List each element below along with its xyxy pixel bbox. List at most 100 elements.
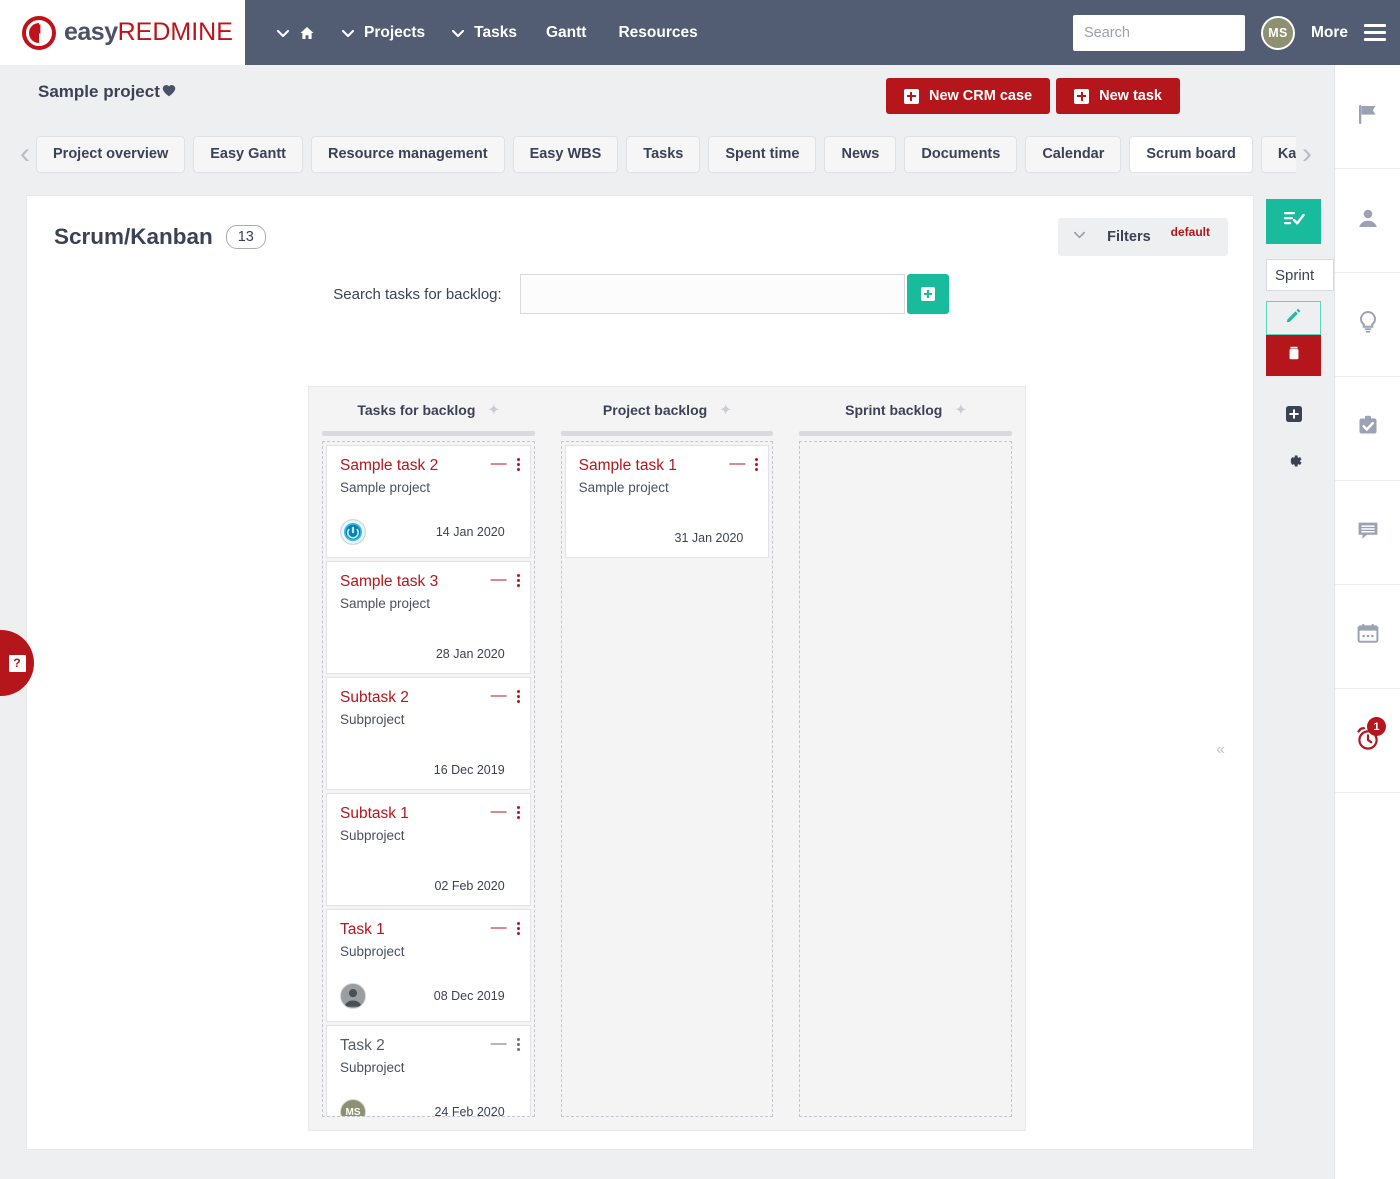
nav-item-tasks[interactable]: Tasks [438,0,530,65]
rail-item-calendar[interactable] [1335,585,1400,689]
task-date: 31 Jan 2020 [674,531,744,545]
filters-preset-name: default [1170,225,1210,239]
tab-kanban[interactable]: Kanb [1260,135,1296,173]
filters-label: Filters [1107,229,1151,245]
move-handle-icon[interactable]: ✦ [955,402,966,418]
hamburger-menu-icon[interactable] [1364,24,1386,41]
column-header: Tasks for backlog ✦ [309,396,548,424]
tab-easy-wbs[interactable]: Easy WBS [512,135,619,173]
move-handle-icon[interactable]: ✦ [720,402,731,418]
task-date: 24 Feb 2020 [434,1105,505,1117]
task-card[interactable]: — Sample task 1 Sample project 31 Jan 20… [564,445,770,558]
card-footer: 31 Jan 2020 [579,531,756,545]
remove-card-icon[interactable]: — [491,804,507,820]
nav-item-gantt[interactable]: Gantt [530,0,602,65]
chevron-down-icon[interactable] [341,26,355,40]
avatar-initials: MS [345,1106,361,1117]
task-card[interactable]: — Sample task 3 Sample project 28 Jan 20… [326,561,531,674]
chevron-down-icon[interactable] [276,26,290,40]
plus-square-icon[interactable] [1285,405,1303,428]
tab-tasks[interactable]: Tasks [626,135,701,173]
flag-icon [1355,101,1381,132]
tab-spent-time[interactable]: Spent time [708,135,817,173]
backlog-search-input[interactable] [519,274,905,314]
task-card[interactable]: — Subtask 2 Subproject 16 Dec 2019 [326,677,531,790]
user-avatar[interactable]: MS [1260,15,1295,50]
new-crm-case-button[interactable]: New CRM case [885,78,1051,114]
task-card[interactable]: — Task 1 Subproject 08 Dec 2019 [326,909,531,1022]
tab-calendar[interactable]: Calendar [1025,135,1122,173]
avatar[interactable] [340,983,366,1009]
remove-card-icon[interactable]: — [491,1036,507,1052]
filters-button[interactable]: Filters default [1058,218,1228,256]
card-menu-icon[interactable] [516,1037,520,1051]
home-icon[interactable] [299,25,315,41]
rail-item-user[interactable] [1335,169,1400,273]
new-task-button[interactable]: New task [1056,78,1180,114]
column-header: Sprint backlog ✦ [786,396,1025,424]
tab-easy-gantt[interactable]: Easy Gantt [193,135,303,173]
task-card[interactable]: — Task 2 Subproject MS 24 Feb 2020 [326,1025,531,1117]
task-card[interactable]: — Subtask 1 Subproject 02 Feb 2020 [326,793,531,906]
tab-documents[interactable]: Documents [904,135,1018,173]
gear-icon[interactable] [1285,452,1303,475]
tab-project-overview[interactable]: Project overview [36,135,186,173]
nav-item-projects[interactable]: Projects [328,0,438,65]
nav-item-home[interactable] [263,0,328,65]
rail-item-lightbulb[interactable] [1335,273,1400,377]
card-controls: — [491,804,520,820]
card-menu-icon[interactable] [516,689,520,703]
global-search[interactable] [1072,14,1289,51]
card-menu-icon[interactable] [516,573,520,587]
remove-card-icon[interactable]: — [491,920,507,936]
tab-resource-management[interactable]: Resource management [311,135,505,173]
tab-news[interactable]: News [824,135,897,173]
column-drop-zone[interactable] [799,441,1013,1117]
task-count-badge: 13 [225,225,266,249]
tab-label: Documents [921,146,1001,162]
more-menu-button[interactable]: More [1311,24,1348,42]
remove-card-icon[interactable]: — [491,688,507,704]
add-to-backlog-button[interactable] [906,274,949,314]
collapse-sidebar-button[interactable]: « [1216,741,1225,759]
tab-scrum-board[interactable]: Scrum board [1129,135,1253,173]
rail-item-clipboard[interactable] [1335,377,1400,481]
tabs-scroll-left-icon[interactable]: ‹ [14,139,36,169]
sprint-name-input[interactable]: Sprint [1266,259,1334,291]
rail-item-flag[interactable] [1335,65,1400,169]
nav-item-resources[interactable]: Resources [602,0,713,65]
avatar[interactable]: MS [340,1099,366,1117]
search-input[interactable] [1081,23,1273,42]
task-project: Sample project [340,596,431,612]
card-menu-icon[interactable] [516,921,520,935]
task-project: Subproject [340,712,405,728]
nav-label-projects: Projects [364,23,426,41]
remove-card-icon[interactable]: — [491,456,507,472]
nav-label-tasks: Tasks [474,23,517,41]
tabs-scroll-right-icon[interactable]: › [1296,139,1318,169]
card-menu-icon[interactable] [516,457,520,471]
column-drop-zone[interactable]: — Sample task 1 Sample project 31 Jan 20… [560,441,774,1117]
rail-item-alarm[interactable]: 1 [1335,689,1400,793]
task-card[interactable]: — Sample task 2 Sample project 14 Jan 20… [326,445,531,558]
column-drop-zone[interactable]: — Sample task 2 Sample project 14 Jan 20… [322,441,535,1117]
brand-logo[interactable]: easyREDMINE [0,0,245,65]
task-date: 28 Jan 2020 [435,647,505,661]
sprint-apply-button[interactable] [1266,199,1321,244]
sprint-edit-button[interactable] [1266,301,1321,335]
user-icon [1355,205,1381,236]
card-menu-icon[interactable] [516,805,520,819]
heart-icon[interactable] [162,84,176,101]
move-handle-icon[interactable]: ✦ [488,402,499,418]
chevron-down-icon[interactable] [451,26,465,40]
sprint-delete-button[interactable] [1266,335,1321,376]
project-tabs: ‹ Project overview Easy Gantt Resource m… [0,130,1334,178]
remove-card-icon[interactable]: — [491,572,507,588]
avatar[interactable] [340,519,366,545]
rail-item-chat[interactable] [1335,481,1400,585]
tab-label: Resource management [328,146,488,162]
card-menu-icon[interactable] [755,457,759,471]
card-footer: MS 24 Feb 2020 [340,1099,517,1117]
notification-badge: 1 [1367,717,1386,736]
remove-card-icon[interactable]: — [729,456,745,472]
